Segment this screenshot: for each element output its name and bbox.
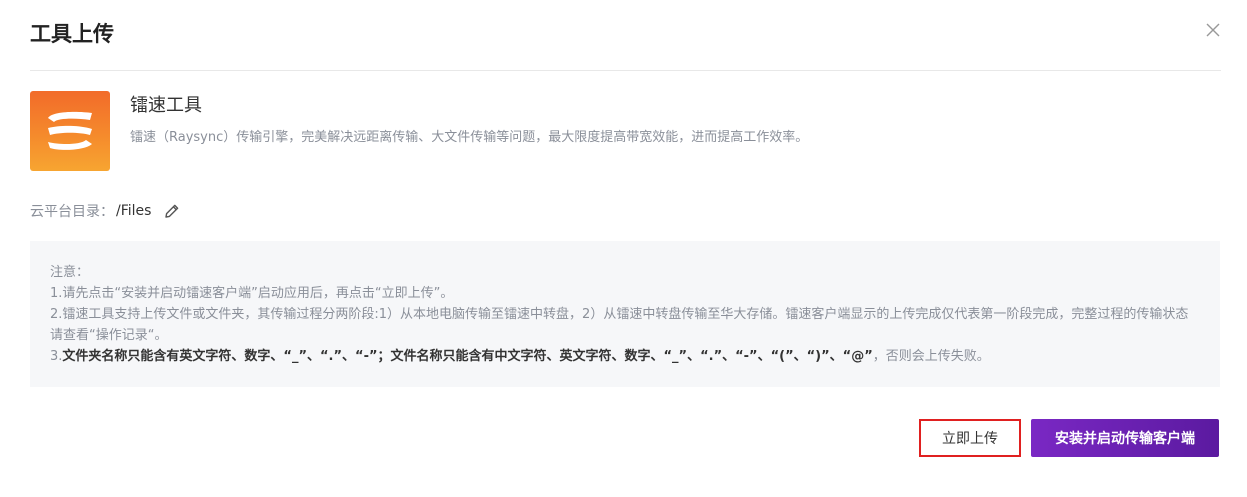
notice-line-3-prefix: 3. — [50, 349, 63, 364]
notice-heading: 注意： — [50, 265, 90, 280]
tool-name: 镭速工具 — [130, 95, 202, 116]
directory-label: 云平台目录： — [30, 204, 114, 220]
tool-info: 镭速工具 镭速（Raysync）传输引擎，完美解决远距离传输、大文件传输等问题，… — [30, 91, 1221, 171]
notice-box: 注意： 1.请先点击“安装并启动镭速客户端”启动应用后，再点击“立即上传”。 2… — [30, 241, 1220, 387]
dialog-footer: 立即上传 安装并启动传输客户端 — [919, 418, 1219, 458]
tool-description: 镭速（Raysync）传输引擎，完美解决远距离传输、大文件传输等问题，最大限度提… — [130, 130, 809, 145]
close-icon[interactable] — [1203, 20, 1223, 40]
install-start-client-button[interactable]: 安装并启动传输客户端 — [1031, 419, 1219, 457]
notice-line-3-suffix: ，否则会上传失败。 — [872, 349, 990, 364]
upload-now-button[interactable]: 立即上传 — [919, 419, 1021, 457]
notice-line-2: 2.镭速工具支持上传文件或文件夹，其传输过程分两阶段:1）从本地电脑传输至镭速中… — [50, 307, 1189, 343]
raysync-logo — [30, 91, 110, 171]
cloud-directory: 云平台目录： /Files — [30, 200, 181, 222]
notice-line-3: 3.文件夹名称只能含有英文字符、数字、“_”、“.”、“-”；文件名称只能含有中… — [50, 346, 1200, 367]
upload-tool-dialog: 工具上传 镭速工具 镭速（Raysync）传输引擎，完美解决远距离传输、大文件传… — [0, 0, 1247, 497]
raysync-logo-icon — [48, 111, 92, 150]
dialog-header: 工具上传 — [30, 18, 1221, 71]
notice-line-3-rules: 文件夹名称只能含有英文字符、数字、“_”、“.”、“-”；文件名称只能含有中文字… — [62, 349, 873, 364]
dialog-title: 工具上传 — [30, 22, 114, 46]
directory-value: /Files — [116, 203, 152, 219]
edit-pencil-icon[interactable] — [163, 202, 181, 220]
notice-line-1: 1.请先点击“安装并启动镭速客户端”启动应用后，再点击“立即上传”。 — [50, 286, 454, 301]
